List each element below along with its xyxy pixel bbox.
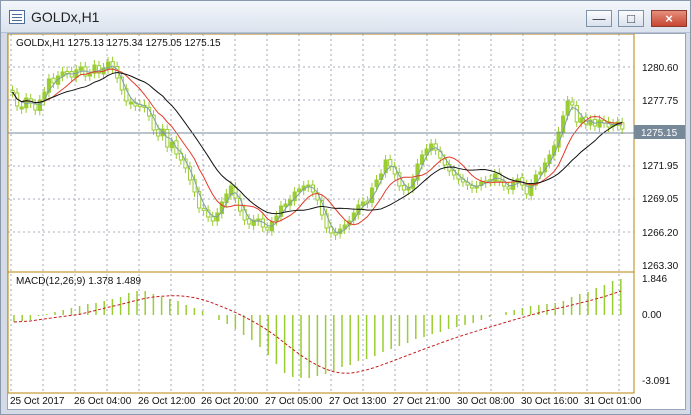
- candle-body: [580, 118, 583, 122]
- candle-body: [79, 67, 82, 70]
- candle-body: [284, 204, 287, 207]
- price-label-1266-20: 1266.20: [642, 228, 679, 239]
- candle-body: [521, 178, 524, 185]
- candle-body: [34, 104, 37, 110]
- candle-body: [88, 74, 91, 76]
- time-label-0: 25 Oct 2017: [10, 396, 65, 407]
- main-chart-header: GOLDx,H1 1275.13 1275.34 1275.05 1275.15: [16, 38, 221, 49]
- candle-body: [361, 202, 364, 205]
- candle-body: [20, 107, 23, 109]
- chart-window: GOLDx,H1 — □ × GOLDx,H1 1275.13 1275.34 …: [0, 0, 691, 415]
- time-label-3: 26 Oct 20:00: [201, 396, 259, 407]
- candle-body: [402, 186, 405, 190]
- time-label-5: 27 Oct 13:00: [329, 396, 387, 407]
- macd-label: MACD(12,26,9) 1.378 1.489: [16, 276, 142, 287]
- candle-body: [507, 187, 510, 189]
- candle-body: [539, 172, 542, 174]
- time-label-1: 26 Oct 04:00: [74, 396, 132, 407]
- price-label-1277-75: 1277.75: [642, 96, 679, 107]
- time-axis: 25 Oct 2017 26 Oct 04:00 26 Oct 12:00 26…: [10, 396, 642, 407]
- candle-body: [298, 189, 301, 192]
- maximize-icon: □: [619, 11, 643, 26]
- close-button[interactable]: ×: [651, 10, 687, 27]
- candle-body: [52, 78, 55, 83]
- candle-body: [170, 142, 173, 148]
- price-label-1280-60: 1280.60: [642, 63, 679, 74]
- window-titlebar: GOLDx,H1 — □ ×: [1, 1, 690, 33]
- candle-body: [129, 102, 132, 104]
- candle-body: [493, 174, 496, 181]
- candle-body: [575, 106, 578, 122]
- time-label-7: 30 Oct 08:00: [457, 396, 515, 407]
- time-label-9: 31 Oct 01:00: [584, 396, 642, 407]
- candle-body: [530, 184, 533, 195]
- candle-body: [598, 120, 601, 127]
- current-price-text: 1275.15: [641, 128, 678, 139]
- candle-body: [266, 227, 269, 230]
- close-icon: ×: [652, 11, 686, 26]
- price-axis: 1280.60 1277.75 1271.95 1269.05 1266.20 …: [642, 63, 679, 272]
- candle-body: [389, 160, 392, 166]
- candle-body: [571, 102, 574, 105]
- price-label-1271-95: 1271.95: [642, 161, 679, 172]
- maximize-button[interactable]: □: [618, 10, 644, 27]
- candle-body: [334, 233, 337, 235]
- candle-body: [325, 214, 328, 228]
- chart-area[interactable]: GOLDx,H1 1275.13 1275.34 1275.05 1275.15…: [7, 33, 686, 410]
- time-label-2: 26 Oct 12:00: [138, 396, 196, 407]
- price-label-1269-05: 1269.05: [642, 194, 679, 205]
- window-title: GOLDx,H1: [31, 9, 99, 25]
- macd-pane-frame: [8, 272, 634, 393]
- candle-body: [211, 217, 214, 221]
- price-and-macd-chart[interactable]: GOLDx,H1 1275.13 1275.34 1275.05 1275.15…: [8, 34, 686, 410]
- chart-window-icon: [9, 10, 25, 24]
- macd-axis-zero: 0.00: [642, 310, 662, 321]
- candle-body: [202, 208, 205, 210]
- minimize-button[interactable]: —: [586, 10, 612, 27]
- candle-body: [471, 186, 474, 188]
- candle-body: [434, 144, 437, 150]
- macd-axis-bottom: -3.091: [642, 376, 671, 387]
- macd-axis-top: 1.846: [642, 274, 667, 285]
- time-label-8: 30 Oct 16:00: [521, 396, 579, 407]
- price-label-1263-30: 1263.30: [642, 261, 679, 272]
- time-label-6: 27 Oct 21:00: [393, 396, 451, 407]
- minimize-icon: —: [587, 11, 611, 26]
- time-label-4: 27 Oct 05:00: [265, 396, 323, 407]
- candle-body: [375, 180, 378, 187]
- macd-axis: 1.846 0.00 -3.091: [642, 274, 671, 387]
